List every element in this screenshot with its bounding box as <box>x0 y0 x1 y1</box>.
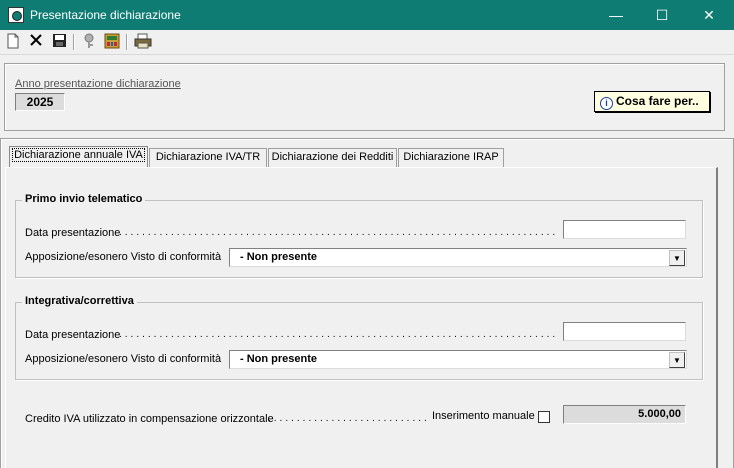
tab-dichiarazione-irap[interactable]: Dichiarazione IRAP <box>398 148 504 167</box>
close-button[interactable]: ✕ <box>686 0 732 30</box>
anno-label: Anno presentazione dichiarazione <box>15 78 181 90</box>
print-icon[interactable] <box>134 33 152 51</box>
anno-value: 2025 <box>15 93 65 111</box>
new-document-icon[interactable] <box>4 33 22 51</box>
maximize-button[interactable]: ☐ <box>639 0 685 30</box>
dot-leader: ...................................... <box>268 413 428 424</box>
app-icon <box>8 7 24 23</box>
primo-invio-title: Primo invio telematico <box>22 193 146 205</box>
key-icon[interactable] <box>80 33 98 51</box>
inserimento-manuale-label: Inserimento manuale <box>432 410 535 422</box>
header-panel: Anno presentazione dichiarazione 2025 iC… <box>4 63 725 131</box>
dot-leader: ........................................… <box>119 329 557 340</box>
toolbar-separator <box>73 34 75 50</box>
credito-value: 5.000,00 <box>563 405 686 424</box>
integrativa-visto-label: Apposizione/esonero Visto di conformità <box>25 353 222 365</box>
integrativa-data-label: Data presentazione <box>25 329 121 341</box>
chevron-down-icon[interactable]: ▼ <box>669 352 685 368</box>
integrativa-visto-select[interactable]: - Non presente ▼ <box>229 350 687 369</box>
primo-visto-value: - Non presente <box>240 251 318 263</box>
title-bar: Presentazione dichiarazione — ☐ ✕ <box>0 0 734 30</box>
delete-icon[interactable] <box>27 33 45 51</box>
chevron-down-icon[interactable]: ▼ <box>669 250 685 266</box>
primo-visto-label: Apposizione/esonero Visto di conformità <box>25 251 222 263</box>
window-title: Presentazione dichiarazione <box>30 8 181 22</box>
inserimento-manuale-checkbox[interactable] <box>538 411 550 423</box>
integrativa-title: Integrativa/correttiva <box>22 295 137 307</box>
cosa-fare-label: Cosa fare per.. <box>616 94 699 108</box>
tab-dichiarazione-iva-tr[interactable]: Dichiarazione IVA/TR <box>149 148 267 167</box>
info-icon: i <box>600 97 613 110</box>
integrativa-visto-value: - Non presente <box>240 353 318 365</box>
toolbar <box>0 30 734 55</box>
cosa-fare-button[interactable]: i Cosa fare per.. <box>594 91 710 112</box>
tab-dichiarazione-annuale-iva[interactable]: Dichiarazione annuale IVA <box>9 146 148 168</box>
primo-data-label: Data presentazione <box>25 227 121 239</box>
toolbar-separator <box>126 34 128 50</box>
tab-dichiarazione-redditi[interactable]: Dichiarazione dei Redditi <box>268 148 397 167</box>
primo-data-input[interactable] <box>563 220 686 239</box>
primo-visto-select[interactable]: - Non presente ▼ <box>229 248 687 267</box>
minimize-button[interactable]: — <box>593 0 639 30</box>
integrativa-data-input[interactable] <box>563 322 686 341</box>
save-icon[interactable] <box>50 33 68 51</box>
credito-label: Credito IVA utilizzato in compensazione … <box>25 413 274 425</box>
dot-leader: ........................................… <box>119 227 557 238</box>
calculator-icon[interactable] <box>103 33 121 51</box>
